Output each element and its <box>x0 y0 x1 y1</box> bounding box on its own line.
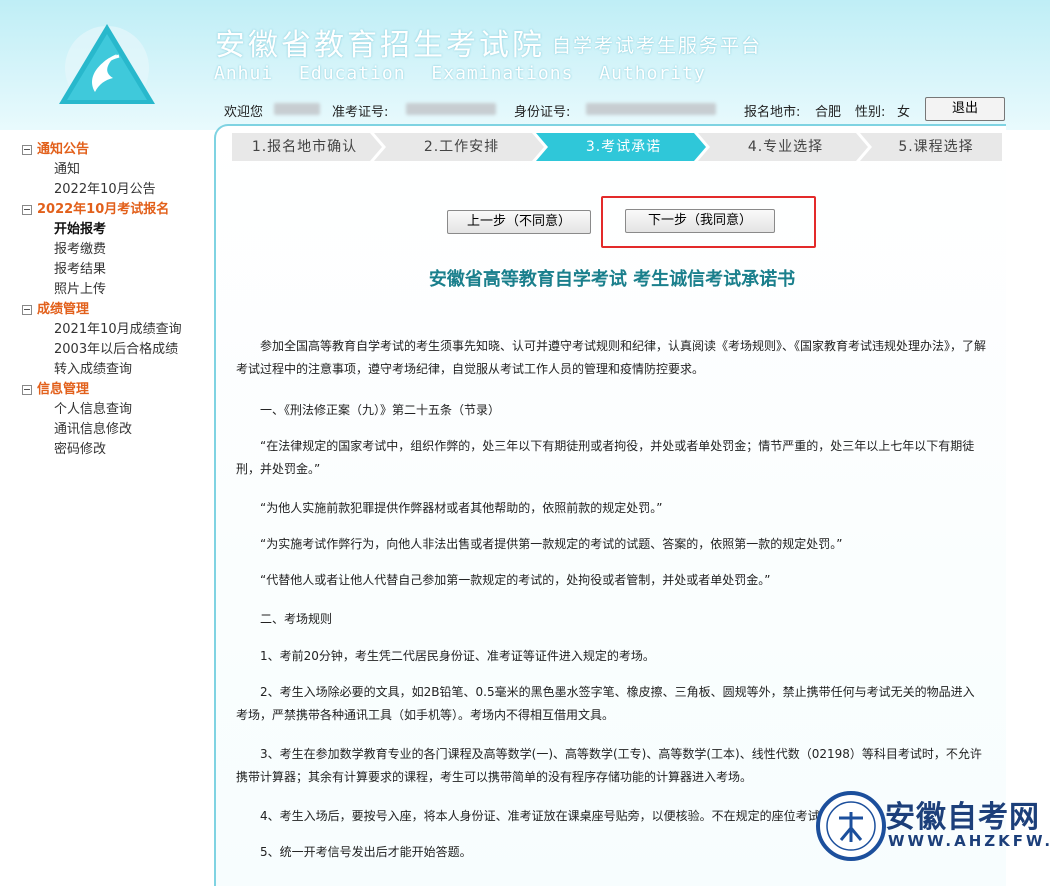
menu-item-score-query[interactable]: 2021年10月成绩查询 <box>22 320 182 340</box>
menu-group-scores[interactable]: 成绩管理 <box>22 300 182 320</box>
step-2-work: 2.工作安排 <box>423 139 500 155</box>
city-label: 报名地市: <box>744 105 801 120</box>
collapse-icon <box>22 145 32 155</box>
menu-group-info[interactable]: 信息管理 <box>22 380 182 400</box>
doc-paragraph: “为实施考试作弊行为，向他人非法出售或者提供第一款规定的考试的试题、答案的，依照… <box>260 537 843 551</box>
doc-paragraph: 2、考生入场除必要的文具，如2B铅笔、0.5毫米的黑色墨水签字笔、橡皮擦、三角板… <box>236 685 975 722</box>
exam-id-label: 准考证号: <box>332 105 389 120</box>
menu-group-registration[interactable]: 2022年10月考试报名 <box>22 200 182 220</box>
sidebar: 通知公告 通知 2022年10月公告 2022年10月考试报名 开始报考 报考缴… <box>0 130 210 867</box>
menu-item-announcement[interactable]: 2022年10月公告 <box>22 180 182 200</box>
site-english-title: Anhui Education Examinations Authority <box>214 63 706 84</box>
document-title: 安徽省高等教育自学考试 考生诚信考试承诺书 <box>428 269 796 290</box>
gender-label: 性别: <box>855 105 886 120</box>
menu-item-payment[interactable]: 报考缴费 <box>22 240 182 260</box>
doc-paragraph: 一、《刑法修正案（九）》第二十五条（节录） <box>260 403 501 417</box>
collapse-icon <box>22 305 32 315</box>
authority-logo-icon <box>59 24 155 110</box>
exam-id-redacted <box>406 101 496 116</box>
menu-item-result[interactable]: 报考结果 <box>22 260 182 280</box>
id-card-label: 身份证号: <box>514 105 571 120</box>
collapse-icon <box>22 205 32 215</box>
menu-item-password[interactable]: 密码修改 <box>22 440 182 460</box>
menu-item-notice[interactable]: 通知 <box>22 160 182 180</box>
menu-item-transfer-scores[interactable]: 转入成绩查询 <box>22 360 182 380</box>
id-card-redacted <box>586 101 716 116</box>
menu-item-personal-info[interactable]: 个人信息查询 <box>22 400 182 420</box>
menu-item-start-registration[interactable]: 开始报考 <box>22 220 182 240</box>
menu-item-qualified-scores[interactable]: 2003年以后合格成绩 <box>22 340 182 360</box>
doc-paragraph: 1、考前20分钟，考生凭二代居民身份证、准考证等证件进入规定的考场。 <box>260 649 655 663</box>
gender-value: 女 <box>897 105 911 120</box>
step-3-commitment: 3.考试承诺 <box>585 139 662 155</box>
watermark-seal-icon <box>816 791 886 861</box>
doc-paragraph: 二、考场规则 <box>260 612 333 626</box>
menu-item-photo-upload[interactable]: 照片上传 <box>22 280 182 300</box>
step-5-course: 5.课程选择 <box>898 139 974 155</box>
step-4-major: 4.专业选择 <box>747 139 824 155</box>
prev-disagree-button[interactable]: 上一步（不同意） <box>447 210 591 234</box>
user-name-redacted <box>274 101 320 116</box>
watermark-text: 安徽自考网 <box>885 800 1040 835</box>
highlight-box <box>601 196 816 248</box>
menu-item-contact-edit[interactable]: 通讯信息修改 <box>22 420 182 440</box>
doc-paragraph: “在法律规定的国家考试中，组织作弊的，处三年以下有期徒刑或者拘役，并处或者单处罚… <box>236 439 975 476</box>
logout-button[interactable]: 退出 <box>925 97 1005 121</box>
menu-group-notices[interactable]: 通知公告 <box>22 140 182 160</box>
city-value: 合肥 <box>815 105 842 120</box>
site-subtitle: 自学考试考生服务平台 <box>552 35 763 57</box>
step-bar: 1.报名地市确认 2.工作安排 3.考试承诺 4.专业选择 5.课程选择 <box>232 133 1002 161</box>
doc-paragraph: “为他人实施前款犯罪提供作弊器材或者其他帮助的，依照前款的规定处罚。” <box>260 501 663 515</box>
collapse-icon <box>22 385 32 395</box>
welcome-label: 欢迎您 <box>224 105 264 120</box>
doc-paragraph: “代替他人或者让他人代替自己参加第一款规定的考试的，处拘役或者管制，并处或者单处… <box>260 573 771 587</box>
user-info-bar: 欢迎您 准考证号: 身份证号: 报名地市: 合肥 性别: 女 <box>224 101 1024 121</box>
step-1-city-confirm: 1.报名地市确认 <box>251 139 358 155</box>
site-title: 安徽省教育招生考试院 <box>215 28 545 63</box>
watermark-url: WWW.AHZKFW.COM <box>888 832 1050 850</box>
doc-paragraph: 参加全国高等教育自学考试的考生须事先知晓、认可并遵守考试规则和纪律，认真阅读《考… <box>236 339 987 376</box>
sidebar-menu: 通知公告 通知 2022年10月公告 2022年10月考试报名 开始报考 报考缴… <box>22 140 182 460</box>
